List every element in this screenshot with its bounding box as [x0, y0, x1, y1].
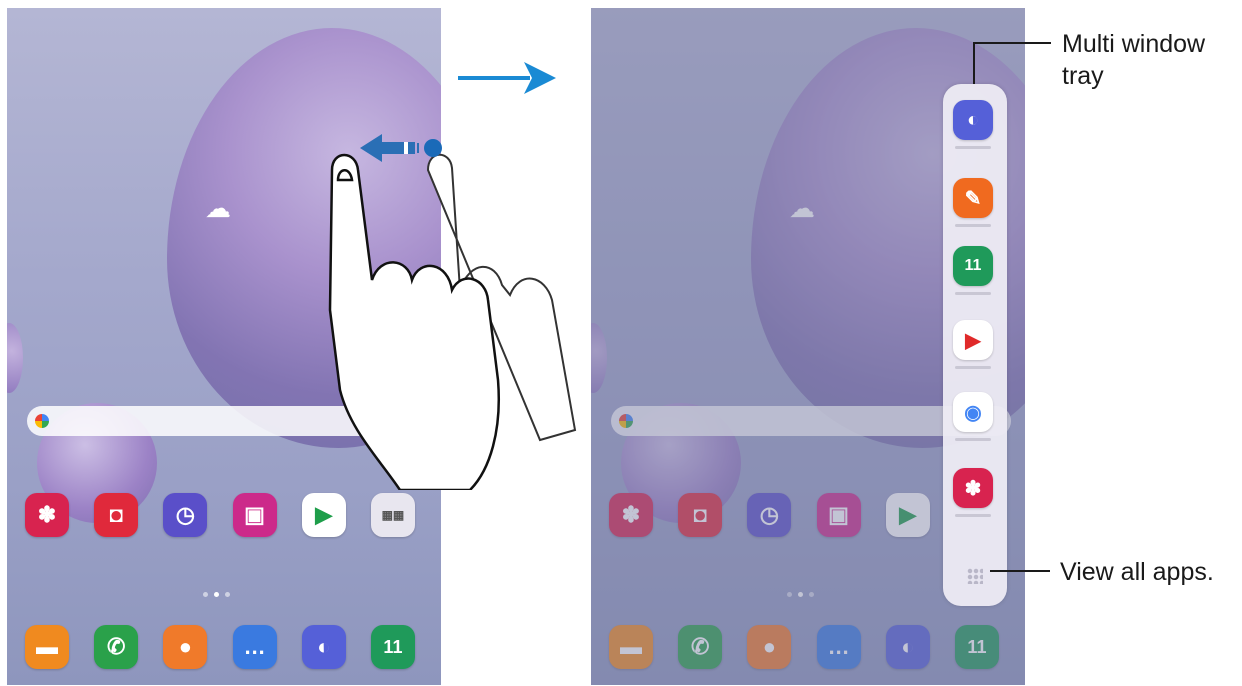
- tray-chrome-icon[interactable]: ◉: [953, 392, 993, 432]
- home-app-row: ✽ ◘ ◷ ▣ ▶ ▦▦: [25, 493, 415, 537]
- cloud-icon: ☁: [205, 193, 231, 223]
- tray-callout-horizontal: [973, 42, 1051, 44]
- tray-callout-vertical: [973, 42, 975, 84]
- tray-app-label: [955, 366, 991, 369]
- hand-outline-foreground: [328, 153, 500, 490]
- calendar-date: 11: [964, 257, 982, 274]
- view-all-apps-icon[interactable]: [967, 568, 983, 584]
- contacts-icon[interactable]: ●: [163, 625, 208, 669]
- tray-internet-icon[interactable]: ◐: [953, 100, 993, 140]
- play-store-icon[interactable]: ▶: [301, 493, 346, 537]
- camera-icon[interactable]: ◘: [94, 493, 139, 537]
- tray-app-label: [955, 514, 991, 517]
- tray-app-label: [955, 224, 991, 227]
- galaxy-store-icon[interactable]: ▣: [232, 493, 277, 537]
- google-icon: [35, 414, 49, 428]
- view-all-callout: [990, 570, 1050, 572]
- internet-icon[interactable]: ◐: [301, 625, 346, 669]
- swipe-hand-illustration: [328, 134, 577, 490]
- tray-gallery-icon[interactable]: ✽: [953, 468, 993, 508]
- messages-icon[interactable]: …: [232, 625, 277, 669]
- tray-label-line1: Multi window: [1062, 30, 1206, 58]
- wallpaper-balloon-tiny: [7, 323, 23, 393]
- page-indicator: [203, 592, 230, 597]
- clock-icon[interactable]: ◷: [163, 493, 208, 537]
- right-tablet-screen: ☁ ✽ ◘ ◷ ▣ ▶ ▬ ✆ ● … ◐ 11 ◐ ✎ 11 ▶ ◉ ✽: [591, 8, 1025, 685]
- touch-point: [424, 139, 442, 157]
- my-files-icon[interactable]: ▬: [25, 625, 69, 669]
- swipe-arrow-icon: [360, 134, 419, 162]
- calendar-date: 11: [383, 636, 403, 657]
- folder-icon[interactable]: ▦▦: [370, 493, 415, 537]
- phone-icon[interactable]: ✆: [94, 625, 139, 669]
- gallery-icon[interactable]: ✽: [25, 493, 69, 537]
- tray-label-line2: tray: [1062, 62, 1104, 90]
- transition-arrow-icon: [458, 62, 556, 94]
- tray-app-label: [955, 292, 991, 295]
- tray-calendar-icon[interactable]: 11: [953, 246, 993, 286]
- view-all-apps-label: View all apps.: [1060, 558, 1214, 586]
- multi-window-tray[interactable]: ◐ ✎ 11 ▶ ◉ ✽: [943, 84, 1007, 606]
- tray-samsung-notes-icon[interactable]: ✎: [953, 178, 993, 218]
- tray-app-label: [955, 146, 991, 149]
- tray-app-label: [955, 438, 991, 441]
- tray-youtube-icon[interactable]: ▶: [953, 320, 993, 360]
- dock-row: ▬ ✆ ● … ◐ 11: [25, 625, 415, 669]
- multi-window-tray-label: Multi window tray: [1062, 28, 1205, 92]
- calendar-icon[interactable]: 11: [370, 625, 415, 669]
